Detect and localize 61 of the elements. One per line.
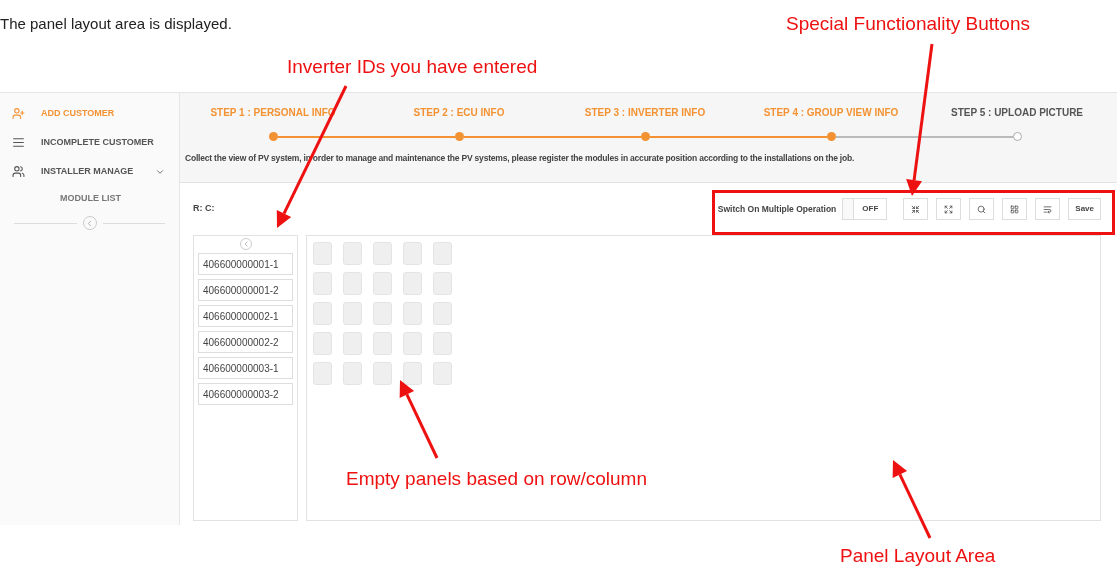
annotation-label: Empty panels based on row/column — [346, 467, 647, 491]
panel-slot[interactable] — [313, 302, 332, 325]
step-label: STEP 4 : GROUP VIEW INFO — [763, 106, 899, 120]
grid-icon — [1010, 204, 1020, 214]
sidebar-subitem[interactable]: MODULE LIST — [60, 192, 121, 206]
list-icon — [12, 136, 25, 149]
inverter-id-item[interactable]: 406600000002-2 — [198, 331, 293, 353]
panel-slot[interactable] — [433, 272, 452, 295]
sidebar-item[interactable]: INSTALLER MANAGE — [0, 157, 179, 186]
toolbar-button[interactable] — [936, 198, 962, 220]
annotation-label: Inverter IDs you have entered — [287, 55, 538, 79]
panel-slot[interactable] — [373, 272, 392, 295]
panel-slot[interactable] — [373, 302, 392, 325]
step-label: STEP 2 : ECU INFO — [413, 106, 505, 120]
inverter-id-item[interactable]: 406600000003-1 — [198, 357, 293, 379]
inverter-id-item[interactable]: 406600000001-2 — [198, 279, 293, 301]
toolbar-button[interactable] — [1035, 198, 1061, 220]
toggle-switch[interactable]: OFF — [842, 198, 888, 220]
inverter-id-item[interactable]: 406600000003-2 — [198, 383, 293, 405]
panel-slot[interactable] — [343, 242, 362, 265]
step-label: STEP 3 : INVERTER INFO — [584, 106, 706, 120]
position-label: R: C: — [193, 202, 216, 216]
step-label: STEP 5 : UPLOAD PICTURE — [950, 106, 1084, 120]
panel-slot[interactable] — [433, 302, 452, 325]
expand-icon — [944, 204, 954, 214]
sidebar-item[interactable]: INCOMPLETE CUSTOMER — [0, 128, 179, 157]
shrink-icon — [911, 204, 921, 214]
toolbar-button[interactable] — [903, 198, 929, 220]
inverter-id-item[interactable]: 406600000002-1 — [198, 305, 293, 327]
annotation-label: Special Functionality Buttons — [786, 12, 1030, 36]
panel-slot[interactable] — [343, 272, 362, 295]
panel-slot[interactable] — [313, 332, 332, 355]
panel-slot[interactable] — [433, 362, 452, 385]
chevron-left-icon — [85, 218, 94, 228]
panel-slot[interactable] — [403, 242, 422, 265]
search-icon — [977, 204, 987, 214]
panel-slot[interactable] — [403, 302, 422, 325]
multiple-operation-label: Switch On Multiple Operation — [717, 202, 837, 216]
panel-slot[interactable] — [433, 242, 452, 265]
inverter-id-item[interactable]: 406600000001-1 — [198, 253, 293, 275]
panel-slot[interactable] — [313, 272, 332, 295]
caption: The panel layout area is displayed. — [0, 15, 232, 32]
panel-slot[interactable] — [343, 302, 362, 325]
panel-slot[interactable] — [313, 242, 332, 265]
panel-slot[interactable] — [313, 362, 332, 385]
panel-slot[interactable] — [343, 332, 362, 355]
users-icon — [12, 165, 25, 178]
toolbar-button[interactable] — [1002, 198, 1028, 220]
wrap-icon — [1043, 204, 1053, 214]
panel-slot[interactable] — [373, 362, 392, 385]
save-button[interactable]: Save — [1068, 198, 1101, 220]
panel-slot[interactable] — [403, 332, 422, 355]
panel-slot[interactable] — [373, 242, 392, 265]
annotation-label: Panel Layout Area — [840, 544, 996, 568]
panel-slot[interactable] — [373, 332, 392, 355]
panel-slot[interactable] — [343, 362, 362, 385]
panel-slot[interactable] — [433, 332, 452, 355]
toolbar-button[interactable] — [969, 198, 995, 220]
panel-slot[interactable] — [403, 362, 422, 385]
panel-slot[interactable] — [403, 272, 422, 295]
user-add-icon — [12, 107, 25, 120]
